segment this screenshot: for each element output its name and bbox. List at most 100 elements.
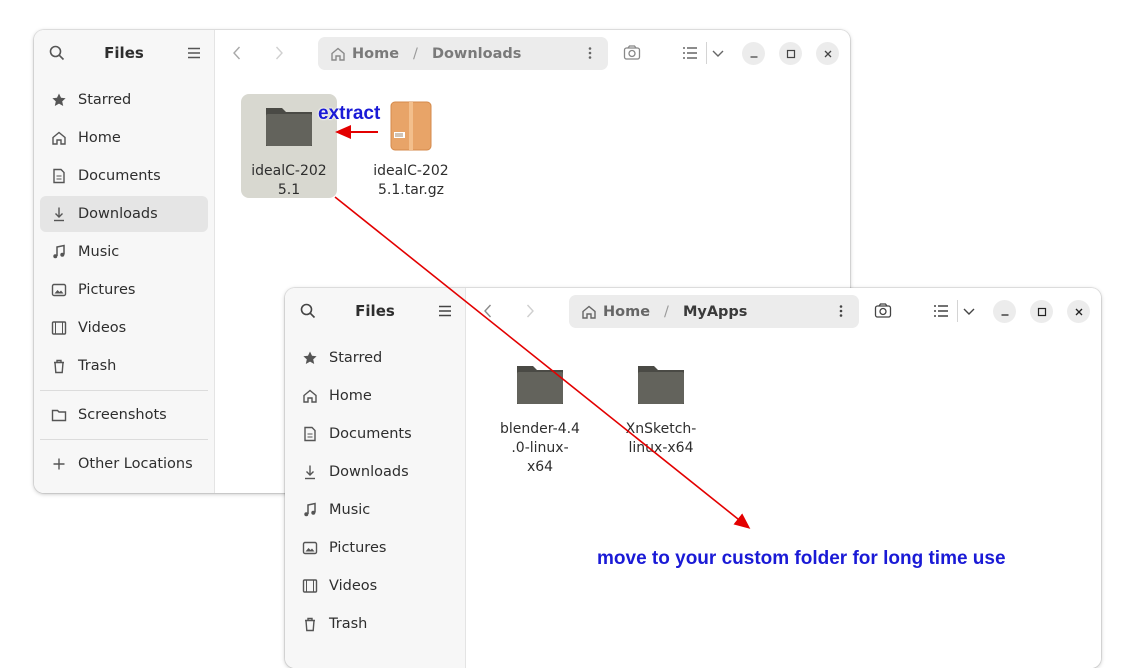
- list-view-icon[interactable]: [932, 302, 950, 320]
- close-icon: [1075, 308, 1082, 315]
- close-button[interactable]: [816, 42, 839, 65]
- sidebar-item-music[interactable]: Music: [291, 492, 459, 528]
- annotation-extract-label: extract: [318, 103, 381, 124]
- star-icon: [301, 349, 319, 367]
- chevron-down-icon[interactable]: [709, 44, 727, 62]
- sidebar-item-label: Starred: [329, 350, 383, 366]
- more-options-icon[interactable]: [582, 45, 598, 61]
- chevron-down-icon[interactable]: [960, 302, 978, 320]
- home-icon: [331, 47, 345, 61]
- sidebar-item-label: Screenshots: [78, 407, 167, 423]
- minimize-icon: [1001, 313, 1008, 316]
- archive-icon: [390, 101, 432, 151]
- main-pane: Home / MyApps blender-4.4 .0-linux- x64 …: [466, 288, 1101, 668]
- maximize-button[interactable]: [1030, 300, 1053, 323]
- file-name: blender-4.4 .0-linux- x64: [500, 421, 580, 475]
- document-icon: [301, 425, 319, 443]
- toolbar-divider: [957, 300, 958, 322]
- sidebar-item-trash[interactable]: Trash: [291, 606, 459, 642]
- sidebar-item-label: Starred: [78, 92, 132, 108]
- back-icon[interactable]: [229, 45, 245, 61]
- sidebar-item-label: Music: [78, 244, 120, 260]
- hamburger-menu-icon[interactable]: [186, 45, 202, 61]
- file-item-xnsketch-folder[interactable]: XnSketch- linux-x64: [613, 352, 709, 456]
- trash-icon: [50, 357, 68, 375]
- file-name: XnSketch- linux-x64: [625, 421, 697, 456]
- minimize-button[interactable]: [993, 300, 1016, 323]
- header-bar: Home / Downloads: [215, 30, 850, 76]
- sidebar-item-music[interactable]: Music: [40, 234, 208, 270]
- annotation-move-label: move to your custom folder for long time…: [597, 548, 1006, 569]
- path-current[interactable]: MyApps: [683, 304, 748, 320]
- toolbar-divider: [706, 42, 707, 64]
- close-button[interactable]: [1067, 300, 1090, 323]
- music-icon: [301, 501, 319, 519]
- minimize-button[interactable]: [742, 42, 765, 65]
- sidebar-item-starred[interactable]: Starred: [40, 82, 208, 118]
- star-icon: [50, 91, 68, 109]
- sidebar-item-documents[interactable]: Documents: [40, 158, 208, 194]
- path-home[interactable]: Home: [603, 304, 650, 320]
- close-icon: [824, 50, 831, 57]
- sidebar-divider: [40, 390, 208, 391]
- sidebar-item-pictures[interactable]: Pictures: [40, 272, 208, 308]
- file-item-blender-folder[interactable]: blender-4.4 .0-linux- x64: [492, 352, 588, 476]
- sidebar-item-downloads[interactable]: Downloads: [40, 196, 208, 232]
- folder-icon: [50, 406, 68, 424]
- header-bar: Home / MyApps: [466, 288, 1101, 334]
- sidebar-item-other-locations[interactable]: Other Locations: [40, 446, 208, 482]
- download-icon: [50, 205, 68, 223]
- path-separator: /: [413, 45, 418, 62]
- trash-icon: [301, 615, 319, 633]
- sidebar-item-label: Documents: [78, 168, 161, 184]
- maximize-icon: [786, 49, 795, 58]
- maximize-icon: [1037, 307, 1046, 316]
- sidebar-item-screenshots[interactable]: Screenshots: [40, 397, 208, 433]
- music-icon: [50, 243, 68, 261]
- maximize-button[interactable]: [779, 42, 802, 65]
- video-icon: [301, 577, 319, 595]
- sidebar-item-documents[interactable]: Documents: [291, 416, 459, 452]
- path-home[interactable]: Home: [352, 46, 399, 62]
- minimize-icon: [750, 55, 757, 58]
- sidebar-item-label: Trash: [329, 616, 368, 632]
- forward-icon[interactable]: [522, 303, 538, 319]
- search-folder-icon[interactable]: [623, 44, 641, 62]
- sidebar-item-label: Downloads: [78, 206, 158, 222]
- sidebar-item-videos[interactable]: Videos: [40, 310, 208, 346]
- sidebar: Files Starred Home Documents Downloads M…: [285, 288, 466, 668]
- path-bar[interactable]: Home / MyApps: [569, 295, 859, 328]
- sidebar-header: Files: [34, 30, 214, 76]
- sidebar-item-home[interactable]: Home: [40, 120, 208, 156]
- files-window-myapps: Files Starred Home Documents Downloads M…: [285, 288, 1101, 668]
- hamburger-menu-icon[interactable]: [437, 303, 453, 319]
- sidebar-item-starred[interactable]: Starred: [291, 340, 459, 376]
- more-options-icon[interactable]: [833, 303, 849, 319]
- plus-icon: [50, 455, 68, 473]
- folder-icon: [517, 366, 563, 404]
- document-icon: [50, 167, 68, 185]
- path-current[interactable]: Downloads: [432, 46, 521, 62]
- file-name: idealC-202 5.1: [251, 163, 327, 198]
- folder-icon: [638, 366, 684, 404]
- sidebar: Files Starred Home Documents Downloads M…: [34, 30, 215, 493]
- sidebar-item-trash[interactable]: Trash: [40, 348, 208, 384]
- sidebar-item-label: Other Locations: [78, 456, 193, 472]
- sidebar-item-label: Documents: [329, 426, 412, 442]
- sidebar-item-label: Music: [329, 502, 371, 518]
- sidebar-item-label: Home: [78, 130, 121, 146]
- sidebar-divider: [40, 439, 208, 440]
- sidebar-item-videos[interactable]: Videos: [291, 568, 459, 604]
- search-folder-icon[interactable]: [874, 302, 892, 320]
- folder-icon: [266, 108, 312, 146]
- path-bar[interactable]: Home / Downloads: [318, 37, 608, 70]
- sidebar-item-pictures[interactable]: Pictures: [291, 530, 459, 566]
- sidebar-header: Files: [285, 288, 465, 334]
- back-icon[interactable]: [480, 303, 496, 319]
- sidebar-item-home[interactable]: Home: [291, 378, 459, 414]
- sidebar-item-downloads[interactable]: Downloads: [291, 454, 459, 490]
- picture-icon: [301, 539, 319, 557]
- picture-icon: [50, 281, 68, 299]
- forward-icon[interactable]: [271, 45, 287, 61]
- list-view-icon[interactable]: [681, 44, 699, 62]
